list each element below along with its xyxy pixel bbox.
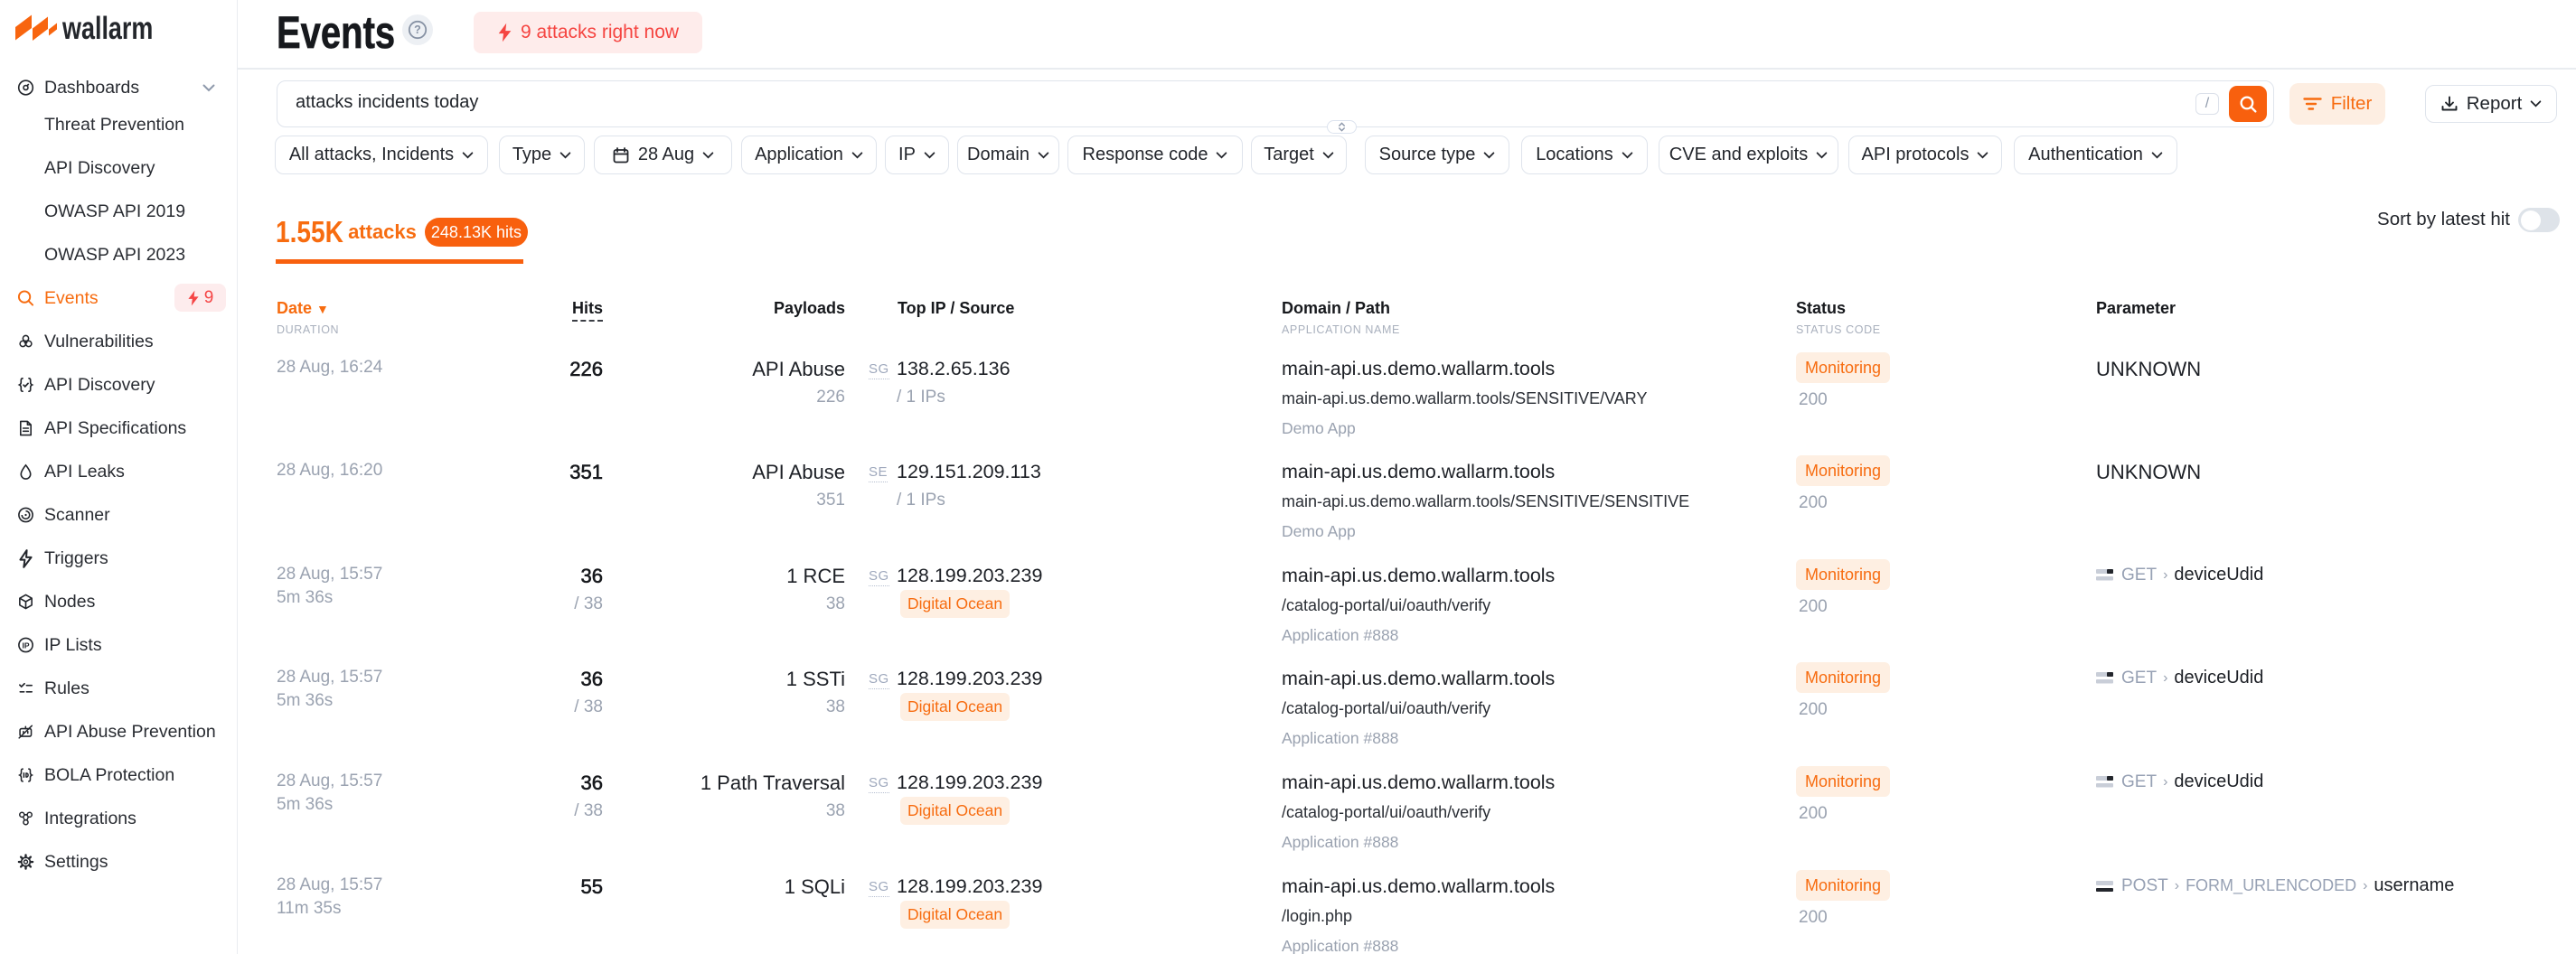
svg-text:?: ?	[414, 23, 421, 36]
